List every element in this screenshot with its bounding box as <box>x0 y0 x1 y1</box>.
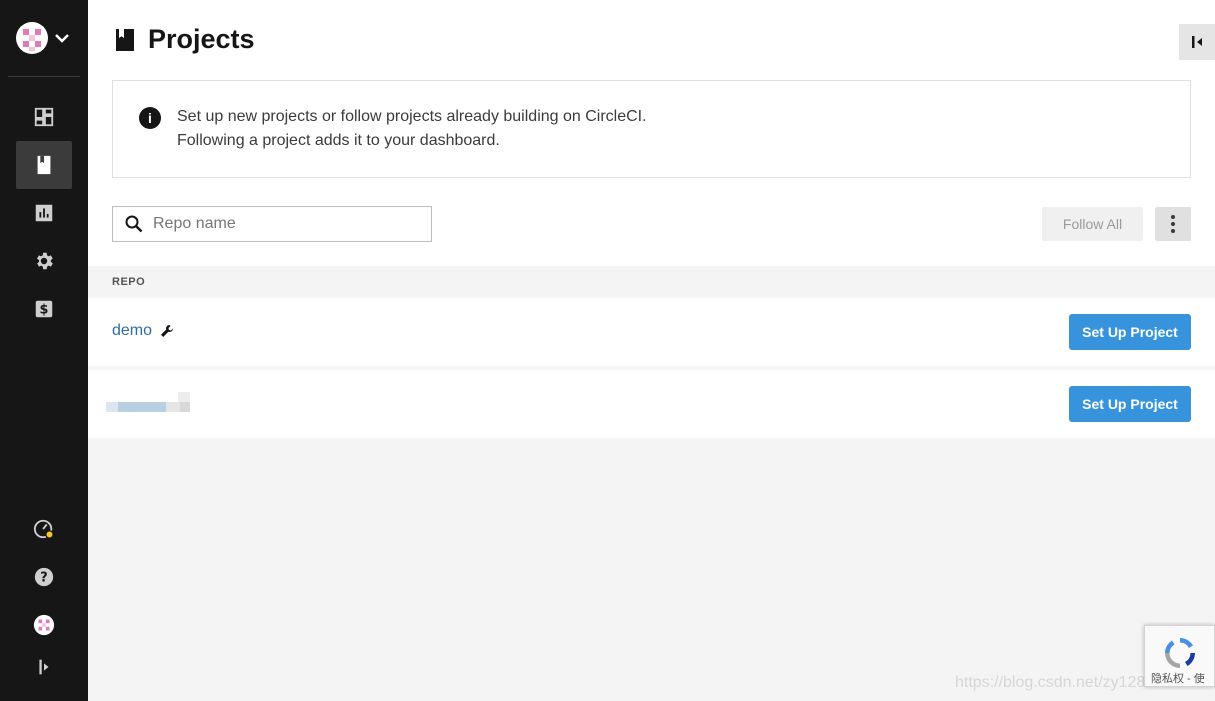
speedometer-icon <box>33 519 54 539</box>
page-title: Projects <box>148 24 255 54</box>
search-box <box>112 206 432 242</box>
avatar <box>33 614 55 636</box>
sidebar-item-status[interactable] <box>16 505 72 553</box>
collapse-panel-button[interactable] <box>1179 24 1215 60</box>
repo-table-header: REPO <box>88 266 1215 298</box>
search-icon <box>125 215 143 233</box>
follow-all-button[interactable]: Follow All <box>1042 207 1143 241</box>
expand-icon <box>39 659 49 675</box>
org-switcher[interactable] <box>16 22 76 54</box>
info-line-1: Set up new projects or follow projects a… <box>177 108 647 125</box>
svg-text:?: ? <box>40 571 47 586</box>
info-icon: i <box>139 107 161 129</box>
info-text: Set up new projects or follow projects a… <box>177 105 647 153</box>
sidebar-item-insights[interactable] <box>16 189 72 237</box>
info-line-2: Following a project adds it to your dash… <box>177 132 500 149</box>
sidebar-item-expand[interactable] <box>16 643 72 691</box>
recaptcha-icon <box>1165 638 1195 668</box>
set-up-project-button[interactable]: Set Up Project <box>1069 386 1191 422</box>
sidebar-item-dashboard[interactable] <box>16 93 72 141</box>
set-up-project-button[interactable]: Set Up Project <box>1069 314 1191 350</box>
page-title-group: Projects <box>114 24 255 55</box>
search-input[interactable] <box>153 215 413 233</box>
sidebar-divider <box>8 76 80 77</box>
more-options-button[interactable] <box>1155 207 1191 241</box>
sidebar-item-projects[interactable] <box>16 141 72 189</box>
svg-text:$: $ <box>40 303 49 318</box>
info-banner: i Set up new projects or follow projects… <box>112 80 1191 178</box>
gear-icon <box>37 252 53 270</box>
chevron-down-icon <box>55 34 69 43</box>
book-icon <box>116 28 134 51</box>
book-icon <box>37 155 51 175</box>
wrench-icon <box>161 325 174 337</box>
collapse-icon <box>1192 36 1202 48</box>
page-header: Projects i Set up new projects or follow… <box>88 0 1215 266</box>
watermark: https://blog.csdn.net/zy1281 <box>955 674 1155 691</box>
table-row: Set Up Project <box>88 370 1215 438</box>
sidebar: $ ? <box>0 0 88 701</box>
repo-column-header: REPO <box>112 276 146 288</box>
sidebar-item-help[interactable]: ? <box>16 553 72 601</box>
help-icon: ? <box>34 567 54 587</box>
sidebar-item-user[interactable] <box>16 601 72 649</box>
bar-chart-icon <box>35 204 53 222</box>
repo-name: demo <box>112 322 153 339</box>
recaptcha-badge[interactable]: 隐私权 - 使 <box>1144 625 1215 687</box>
sidebar-item-plan[interactable]: $ <box>16 285 72 333</box>
dollar-icon: $ <box>35 300 53 318</box>
org-avatar <box>16 22 48 54</box>
table-row: demo Set Up Project <box>88 298 1215 366</box>
recaptcha-text: 隐私权 - 使 <box>1151 673 1205 685</box>
main-content: Projects i Set up new projects or follow… <box>88 0 1215 701</box>
repo-link[interactable]: demo <box>112 322 174 340</box>
sidebar-item-settings[interactable] <box>16 237 72 285</box>
dashboard-icon <box>34 107 54 127</box>
redacted-repo-name <box>106 392 192 412</box>
